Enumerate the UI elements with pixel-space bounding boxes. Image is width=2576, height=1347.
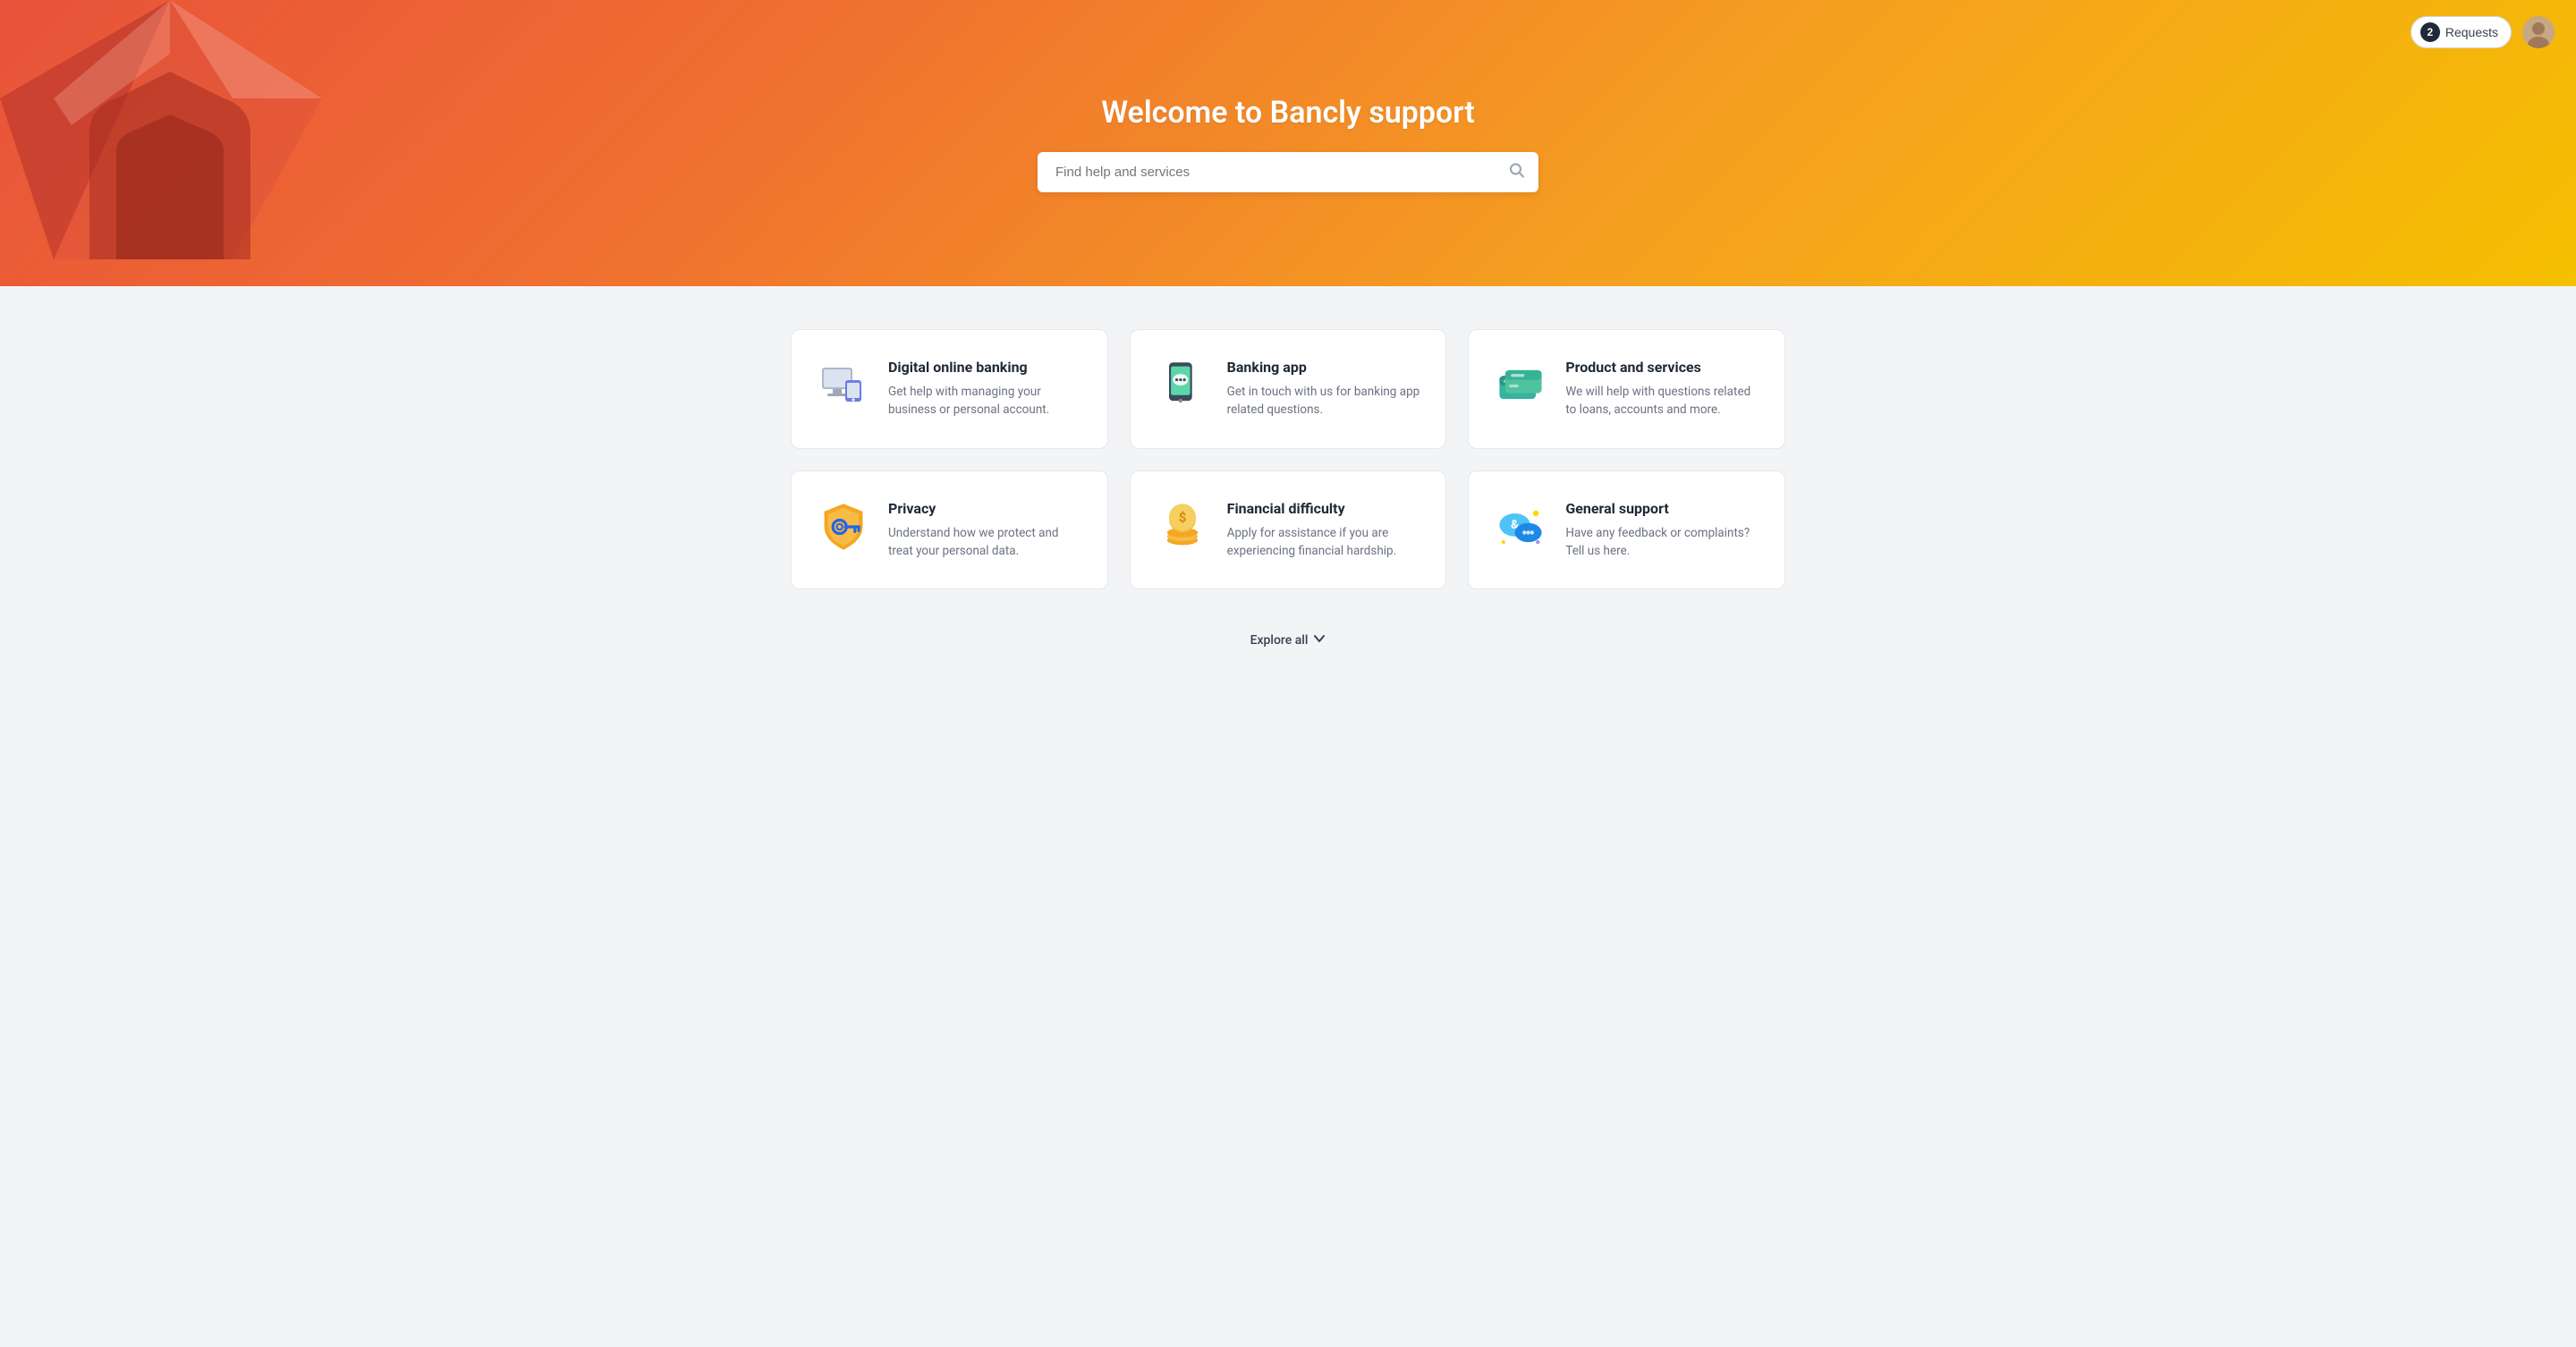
privacy-title: Privacy [888,500,1082,517]
privacy-icon [817,500,870,554]
banking-app-title: Banking app [1227,359,1421,376]
banking-app-desc: Get in touch with us for banking app rel… [1227,383,1421,419]
general-support-content: General support Have any feedback or com… [1565,500,1759,561]
requests-label: Requests [2445,25,2498,39]
chevron-down-icon [1313,632,1326,648]
digital-banking-icon [817,359,870,412]
requests-count-badge: 2 [2420,22,2440,42]
digital-banking-title: Digital online banking [888,359,1082,376]
financial-difficulty-icon: $ [1156,500,1209,554]
hero-decoration [0,0,358,286]
general-support-desc: Have any feedback or complaints? Tell us… [1565,524,1759,561]
privacy-content: Privacy Understand how we protect and tr… [888,500,1082,561]
card-financial-difficulty[interactable]: $ Financial difficulty Apply for assista… [1130,470,1447,590]
explore-all-label: Explore all [1250,633,1309,648]
search-container [1038,152,1538,192]
top-navigation: 2 Requests [2411,16,2555,48]
general-support-icon: & [1494,500,1547,554]
hero-section: 2 Requests ✏ Customise Welcome to Bancly… [0,0,2576,286]
digital-banking-content: Digital online banking Get help with man… [888,359,1082,419]
financial-difficulty-content: Financial difficulty Apply for assistanc… [1227,500,1421,561]
card-general-support[interactable]: & General support Have any feedback or c… [1468,470,1785,590]
card-banking-app[interactable]: Banking app Get in touch with us for ban… [1130,329,1447,449]
svg-text:$: $ [1178,509,1186,525]
cards-grid-row1: Digital online banking Get help with man… [791,329,1785,449]
banking-app-icon [1156,359,1209,412]
user-avatar[interactable] [2522,16,2555,48]
card-digital-online-banking[interactable]: Digital online banking Get help with man… [791,329,1108,449]
financial-difficulty-title: Financial difficulty [1227,500,1421,517]
digital-banking-desc: Get help with managing your business or … [888,383,1082,419]
product-services-title: Product and services [1565,359,1759,376]
requests-button[interactable]: 2 Requests [2411,16,2512,48]
product-services-content: Product and services We will help with q… [1565,359,1759,419]
product-services-icon [1494,359,1547,412]
explore-all-button[interactable]: Explore all [791,611,1785,684]
privacy-desc: Understand how we protect and treat your… [888,524,1082,561]
card-privacy[interactable]: Privacy Understand how we protect and tr… [791,470,1108,590]
main-content: Digital online banking Get help with man… [769,329,1807,684]
product-services-desc: We will help with questions related to l… [1565,383,1759,419]
card-product-services[interactable]: Product and services We will help with q… [1468,329,1785,449]
banking-app-content: Banking app Get in touch with us for ban… [1227,359,1421,419]
search-input[interactable] [1038,152,1538,192]
cards-grid-row2: Privacy Understand how we protect and tr… [791,470,1785,590]
search-icon [1508,162,1526,182]
hero-title: Welcome to Bancly support [1101,95,1475,131]
general-support-title: General support [1565,500,1759,517]
financial-difficulty-desc: Apply for assistance if you are experien… [1227,524,1421,561]
search-button[interactable] [1508,162,1526,182]
